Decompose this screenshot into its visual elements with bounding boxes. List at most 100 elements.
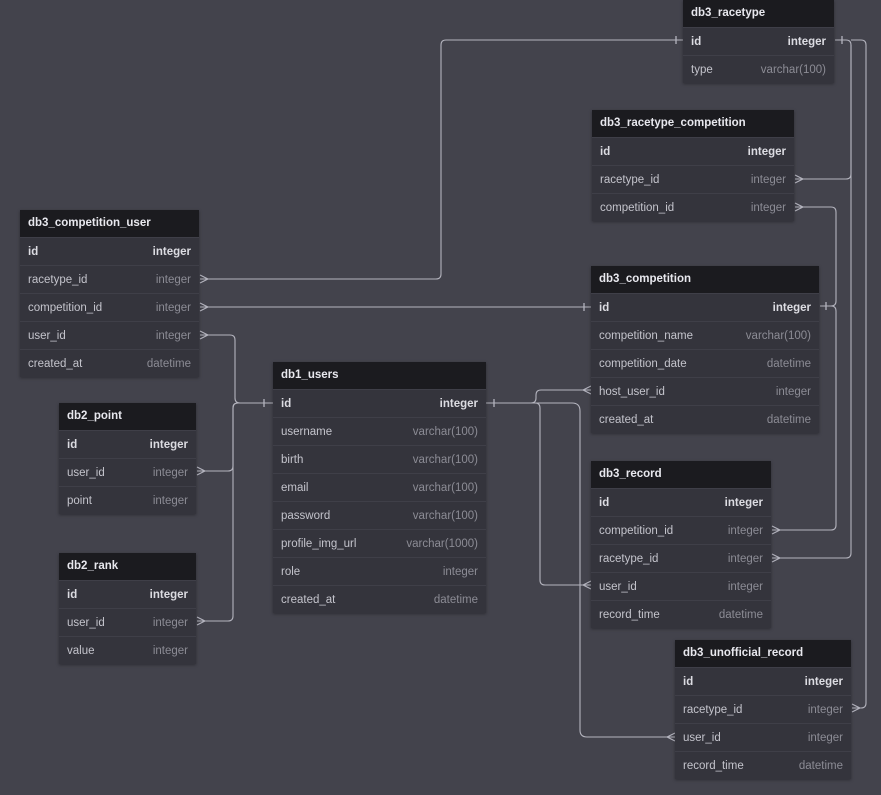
field-row-competition-id[interactable]: competition_id integer — [20, 293, 199, 321]
field-row-id[interactable]: id integer — [591, 488, 771, 516]
field-type: integer — [772, 301, 811, 314]
field-name: id — [691, 35, 702, 48]
field-row-record-time[interactable]: record_time datetime — [675, 751, 851, 779]
field-row-id[interactable]: id integer — [273, 389, 486, 417]
field-type: integer — [439, 397, 478, 410]
field-row-created-at[interactable]: created_at datetime — [20, 349, 199, 377]
table-title[interactable]: db1_users — [273, 362, 486, 389]
field-name: host_user_id — [599, 385, 665, 398]
field-type: integer — [155, 301, 191, 314]
table-title[interactable]: db3_racetype_competition — [592, 110, 794, 137]
table-db3-unofficial-record[interactable]: db3_unofficial_record id integer racetype… — [675, 640, 851, 779]
field-row-racetype-id[interactable]: racetype_id integer — [20, 265, 199, 293]
field-type: varchar(100) — [412, 425, 478, 438]
field-row-email[interactable]: email varchar(100) — [273, 473, 486, 501]
link-point-user — [196, 402, 273, 476]
field-name: id — [67, 438, 78, 451]
crow-foot-marker — [199, 302, 210, 312]
field-row-racetype-id[interactable]: racetype_id integer — [675, 695, 851, 723]
field-row-created-at[interactable]: created_at datetime — [591, 405, 819, 433]
field-type: integer — [804, 675, 843, 688]
field-row-username[interactable]: username varchar(100) — [273, 417, 486, 445]
field-type: varchar(100) — [412, 481, 478, 494]
table-db2-point[interactable]: db2_point id integer user_id integer point… — [59, 403, 196, 514]
field-name: id — [599, 301, 610, 314]
field-row-id[interactable]: id integer — [59, 580, 196, 608]
field-row-profile-img-url[interactable]: profile_img_url varchar(1000) — [273, 529, 486, 557]
field-name: profile_img_url — [281, 537, 357, 550]
table-db2-rank[interactable]: db2_rank id integer user_id integer value i… — [59, 553, 196, 664]
link-unofficial-record-racetype — [851, 39, 867, 713]
field-row-password[interactable]: password varchar(100) — [273, 501, 486, 529]
table-title[interactable]: db3_racetype — [683, 0, 834, 27]
field-row-record-time[interactable]: record_time datetime — [591, 600, 771, 628]
field-type: integer — [727, 580, 763, 593]
field-type: integer — [807, 731, 843, 744]
field-row-user-id[interactable]: user_id integer — [59, 608, 196, 636]
field-row-racetype-id[interactable]: racetype_id integer — [591, 544, 771, 572]
field-type: integer — [155, 273, 191, 286]
table-db3-record[interactable]: db3_record id integer competition_id integ… — [591, 461, 771, 628]
field-type: integer — [152, 494, 188, 507]
field-name: competition_date — [599, 357, 687, 370]
field-row-competition-name[interactable]: competition_name varchar(100) — [591, 321, 819, 349]
crow-foot-marker — [851, 703, 862, 713]
field-row-value[interactable]: value integer — [59, 636, 196, 664]
field-row-id[interactable]: id integer — [683, 27, 834, 55]
field-row-competition-id[interactable]: competition_id integer — [591, 516, 771, 544]
table-db1-users[interactable]: db1_users id integer username varchar(100)… — [273, 362, 486, 613]
table-title[interactable]: db3_record — [591, 461, 771, 488]
field-name: competition_id — [28, 301, 103, 314]
table-title[interactable]: db3_competition — [591, 266, 819, 293]
table-title[interactable]: db2_point — [59, 403, 196, 430]
field-name: password — [281, 509, 331, 522]
field-name: record_time — [599, 608, 660, 621]
table-title[interactable]: db3_competition_user — [20, 210, 199, 237]
field-name: competition_id — [599, 524, 674, 537]
crow-foot-marker — [665, 732, 676, 742]
field-row-competition-id[interactable]: competition_id integer — [592, 193, 794, 221]
field-row-id[interactable]: id integer — [591, 293, 819, 321]
field-name: racetype_id — [599, 552, 659, 565]
table-db3-competition[interactable]: db3_competition id integer competition_na… — [591, 266, 819, 433]
field-row-id[interactable]: id integer — [675, 667, 851, 695]
field-row-id[interactable]: id integer — [59, 430, 196, 458]
field-type: datetime — [766, 357, 811, 370]
field-row-user-id[interactable]: user_id integer — [591, 572, 771, 600]
field-row-birth[interactable]: birth varchar(100) — [273, 445, 486, 473]
field-name: created_at — [599, 413, 654, 426]
field-name: racetype_id — [683, 703, 743, 716]
table-db3-racetype[interactable]: db3_racetype id integer type varchar(100) — [683, 0, 834, 83]
crow-foot-marker — [196, 466, 207, 476]
field-row-created-at[interactable]: created_at datetime — [273, 585, 486, 613]
table-db3-competition-user[interactable]: db3_competition_user id integer racetype_… — [20, 210, 199, 377]
field-type: varchar(1000) — [406, 537, 478, 550]
table-title[interactable]: db2_rank — [59, 553, 196, 580]
field-type: integer — [750, 173, 786, 186]
field-name: type — [691, 63, 713, 76]
field-row-competition-date[interactable]: competition_date datetime — [591, 349, 819, 377]
crow-foot-marker — [199, 274, 210, 284]
field-row-racetype-id[interactable]: racetype_id integer — [592, 165, 794, 193]
field-row-id[interactable]: id integer — [592, 137, 794, 165]
field-name: id — [683, 675, 694, 688]
field-row-role[interactable]: role integer — [273, 557, 486, 585]
field-type: integer — [149, 438, 188, 451]
field-row-user-id[interactable]: user_id integer — [59, 458, 196, 486]
crow-foot-marker — [771, 525, 782, 535]
table-title[interactable]: db3_unofficial_record — [675, 640, 851, 667]
field-name: created_at — [28, 357, 83, 370]
field-name: id — [281, 397, 292, 410]
field-row-type[interactable]: type varchar(100) — [683, 55, 834, 83]
field-type: varchar(100) — [760, 63, 826, 76]
field-type: datetime — [766, 413, 811, 426]
table-db3-racetype-competition[interactable]: db3_racetype_competition id integer racet… — [592, 110, 794, 221]
field-type: integer — [152, 245, 191, 258]
field-row-user-id[interactable]: user_id integer — [675, 723, 851, 751]
field-row-user-id[interactable]: user_id integer — [20, 321, 199, 349]
field-name: record_time — [683, 759, 744, 772]
field-row-point[interactable]: point integer — [59, 486, 196, 514]
field-row-host-user-id[interactable]: host_user_id integer — [591, 377, 819, 405]
field-type: integer — [152, 616, 188, 629]
field-row-id[interactable]: id integer — [20, 237, 199, 265]
